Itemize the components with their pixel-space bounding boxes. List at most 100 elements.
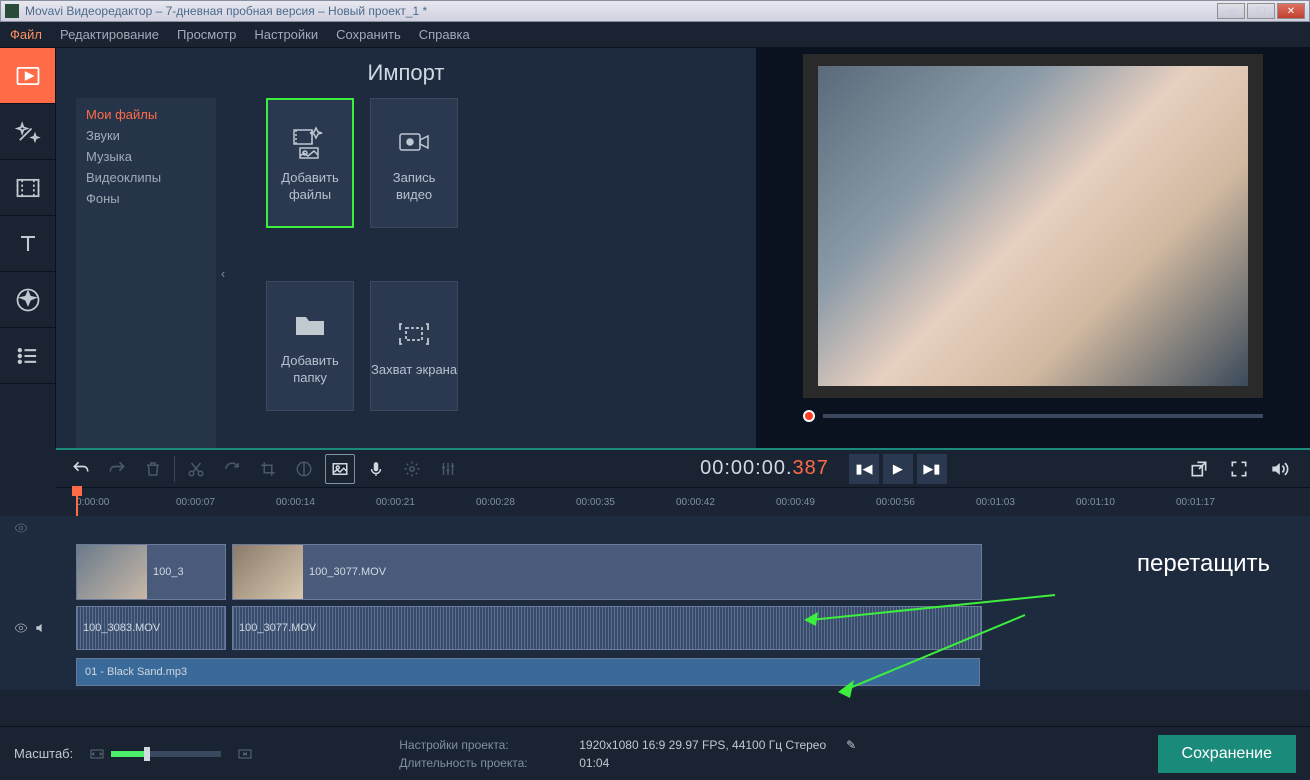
ruler-tick: 00:01:10 bbox=[1076, 497, 1115, 508]
duration-label: Длительность проекта: bbox=[399, 756, 559, 770]
tool-filters[interactable] bbox=[0, 104, 55, 160]
zoom-label: Масштаб: bbox=[14, 746, 73, 761]
clip-label: 100_3083.MOV bbox=[77, 622, 160, 634]
cat-music[interactable]: Музыка bbox=[86, 146, 206, 167]
equalizer-button[interactable] bbox=[433, 454, 463, 484]
music-clip[interactable]: 01 - Black Sand.mp3 bbox=[76, 658, 980, 686]
record-video-tile[interactable]: Запись видео bbox=[370, 98, 458, 228]
menu-file[interactable]: Файл bbox=[10, 27, 42, 42]
tool-stickers[interactable] bbox=[0, 272, 55, 328]
music-track[interactable]: 01 - Black Sand.mp3 bbox=[70, 654, 1310, 690]
minimize-button[interactable]: ─ bbox=[1217, 3, 1245, 19]
clip-settings-button[interactable] bbox=[397, 454, 427, 484]
preview-image bbox=[818, 66, 1248, 386]
zoom-fit-button[interactable] bbox=[87, 744, 107, 764]
prev-frame-button[interactable]: ▮◀ bbox=[849, 454, 879, 484]
zoom-fit2-button[interactable] bbox=[235, 744, 255, 764]
timeline: 0:00:00 00:00:07 00:00:14 00:00:21 00:00… bbox=[0, 488, 1310, 690]
collapse-sidebar-button[interactable]: ‹ bbox=[216, 253, 230, 293]
menu-help[interactable]: Справка bbox=[419, 27, 470, 42]
color-button[interactable] bbox=[289, 454, 319, 484]
menubar: Файл Редактирование Просмотр Настройки С… bbox=[0, 22, 1310, 48]
preview-seekbar[interactable] bbox=[803, 406, 1263, 426]
screen-capture-label: Захват экрана bbox=[371, 362, 457, 379]
seek-track[interactable] bbox=[823, 414, 1263, 418]
cat-backgrounds[interactable]: Фоны bbox=[86, 188, 206, 209]
ruler-tick: 0:00:00 bbox=[76, 497, 109, 508]
tool-import[interactable] bbox=[0, 48, 55, 104]
ruler-tick: 00:00:07 bbox=[176, 497, 215, 508]
add-files-tile[interactable]: Добавить файлы bbox=[266, 98, 354, 228]
menu-settings[interactable]: Настройки bbox=[254, 27, 318, 42]
audio-clip-1[interactable]: 100_3083.MOV bbox=[76, 606, 226, 650]
video-track-head bbox=[10, 542, 70, 602]
timeline-ruler[interactable]: 0:00:00 00:00:07 00:00:14 00:00:21 00:00… bbox=[0, 488, 1310, 516]
playhead-icon[interactable] bbox=[803, 410, 815, 422]
duration-value: 01:04 bbox=[579, 756, 609, 770]
add-folder-label: Добавить папку bbox=[281, 353, 338, 387]
cut-button[interactable] bbox=[181, 454, 211, 484]
ruler-tick: 00:00:21 bbox=[376, 497, 415, 508]
preview-panel bbox=[756, 48, 1310, 448]
zoom-slider[interactable] bbox=[111, 751, 221, 757]
ruler-tick: 00:00:56 bbox=[876, 497, 915, 508]
clip-label: 100_3 bbox=[153, 566, 184, 578]
add-folder-tile[interactable]: Добавить папку bbox=[266, 281, 354, 411]
edit-proj-settings-button[interactable]: ✎ bbox=[846, 738, 856, 752]
clip-label: 100_3077.MOV bbox=[233, 622, 316, 634]
linked-audio-track[interactable]: 100_3083.MOV 100_3077.MOV bbox=[70, 604, 1310, 652]
menu-edit[interactable]: Редактирование bbox=[60, 27, 159, 42]
proj-settings-value: 1920x1080 16:9 29.97 FPS, 44100 Гц Стере… bbox=[579, 738, 826, 752]
rotate-button[interactable] bbox=[217, 454, 247, 484]
video-clip-2[interactable]: 100_3077.MOV bbox=[232, 544, 982, 600]
mic-button[interactable] bbox=[361, 454, 391, 484]
video-track[interactable]: 100_3 100_3077.MOV bbox=[70, 542, 1310, 602]
overlay-track[interactable] bbox=[70, 516, 1310, 540]
next-frame-button[interactable]: ▶▮ bbox=[917, 454, 947, 484]
clip-thumb-icon bbox=[77, 545, 147, 599]
timecode-ms: 387 bbox=[793, 457, 829, 479]
proj-settings-label: Настройки проекта: bbox=[399, 738, 559, 752]
volume-button[interactable] bbox=[1264, 454, 1294, 484]
music-track-head bbox=[10, 654, 70, 690]
cat-videoclips[interactable]: Видеоклипы bbox=[86, 167, 206, 188]
playhead-line[interactable] bbox=[76, 488, 78, 516]
play-button[interactable]: ▶ bbox=[883, 454, 913, 484]
timecode-display: 00:00:00.387 bbox=[700, 457, 829, 481]
import-title: Импорт bbox=[56, 48, 756, 98]
edit-toolbar: 00:00:00.387 ▮◀ ▶ ▶▮ bbox=[56, 448, 1310, 488]
linked-audio-track-head bbox=[10, 604, 70, 652]
cat-my-files[interactable]: Мои файлы bbox=[86, 104, 206, 125]
ruler-tick: 00:01:17 bbox=[1176, 497, 1215, 508]
maximize-button[interactable]: ☐ bbox=[1247, 3, 1275, 19]
app-logo-icon bbox=[5, 4, 19, 18]
tool-more[interactable] bbox=[0, 328, 55, 384]
fullscreen-button[interactable] bbox=[1224, 454, 1254, 484]
delete-button[interactable] bbox=[138, 454, 168, 484]
redo-button[interactable] bbox=[102, 454, 132, 484]
menu-view[interactable]: Просмотр bbox=[177, 27, 236, 42]
tool-transitions[interactable] bbox=[0, 160, 55, 216]
crop-button[interactable] bbox=[253, 454, 283, 484]
undo-button[interactable] bbox=[66, 454, 96, 484]
timecode-main: 00:00:00. bbox=[700, 457, 792, 479]
titlebar: Movavi Видеоредактор – 7-дневная пробная… bbox=[0, 0, 1310, 22]
tool-rail bbox=[0, 48, 56, 448]
overlay-track-head bbox=[10, 516, 70, 540]
save-button[interactable]: Сохранение bbox=[1158, 735, 1296, 773]
video-clip-1[interactable]: 100_3 bbox=[76, 544, 226, 600]
image-button[interactable] bbox=[325, 454, 355, 484]
close-button[interactable]: ✕ bbox=[1277, 3, 1305, 19]
tool-titles[interactable] bbox=[0, 216, 55, 272]
add-files-label: Добавить файлы bbox=[281, 170, 338, 204]
statusbar: Масштаб: Настройки проекта: 1920x1080 16… bbox=[0, 726, 1310, 780]
screen-capture-tile[interactable]: Захват экрана bbox=[370, 281, 458, 411]
menu-save[interactable]: Сохранить bbox=[336, 27, 401, 42]
audio-clip-2[interactable]: 100_3077.MOV bbox=[232, 606, 982, 650]
import-panel: Импорт Мои файлы Звуки Музыка Видеоклипы… bbox=[56, 48, 756, 448]
clip-label: 100_3077.MOV bbox=[309, 566, 386, 578]
ruler-tick: 00:01:03 bbox=[976, 497, 1015, 508]
import-categories: Мои файлы Звуки Музыка Видеоклипы Фоны bbox=[76, 98, 216, 448]
cat-sounds[interactable]: Звуки bbox=[86, 125, 206, 146]
popout-button[interactable] bbox=[1184, 454, 1214, 484]
